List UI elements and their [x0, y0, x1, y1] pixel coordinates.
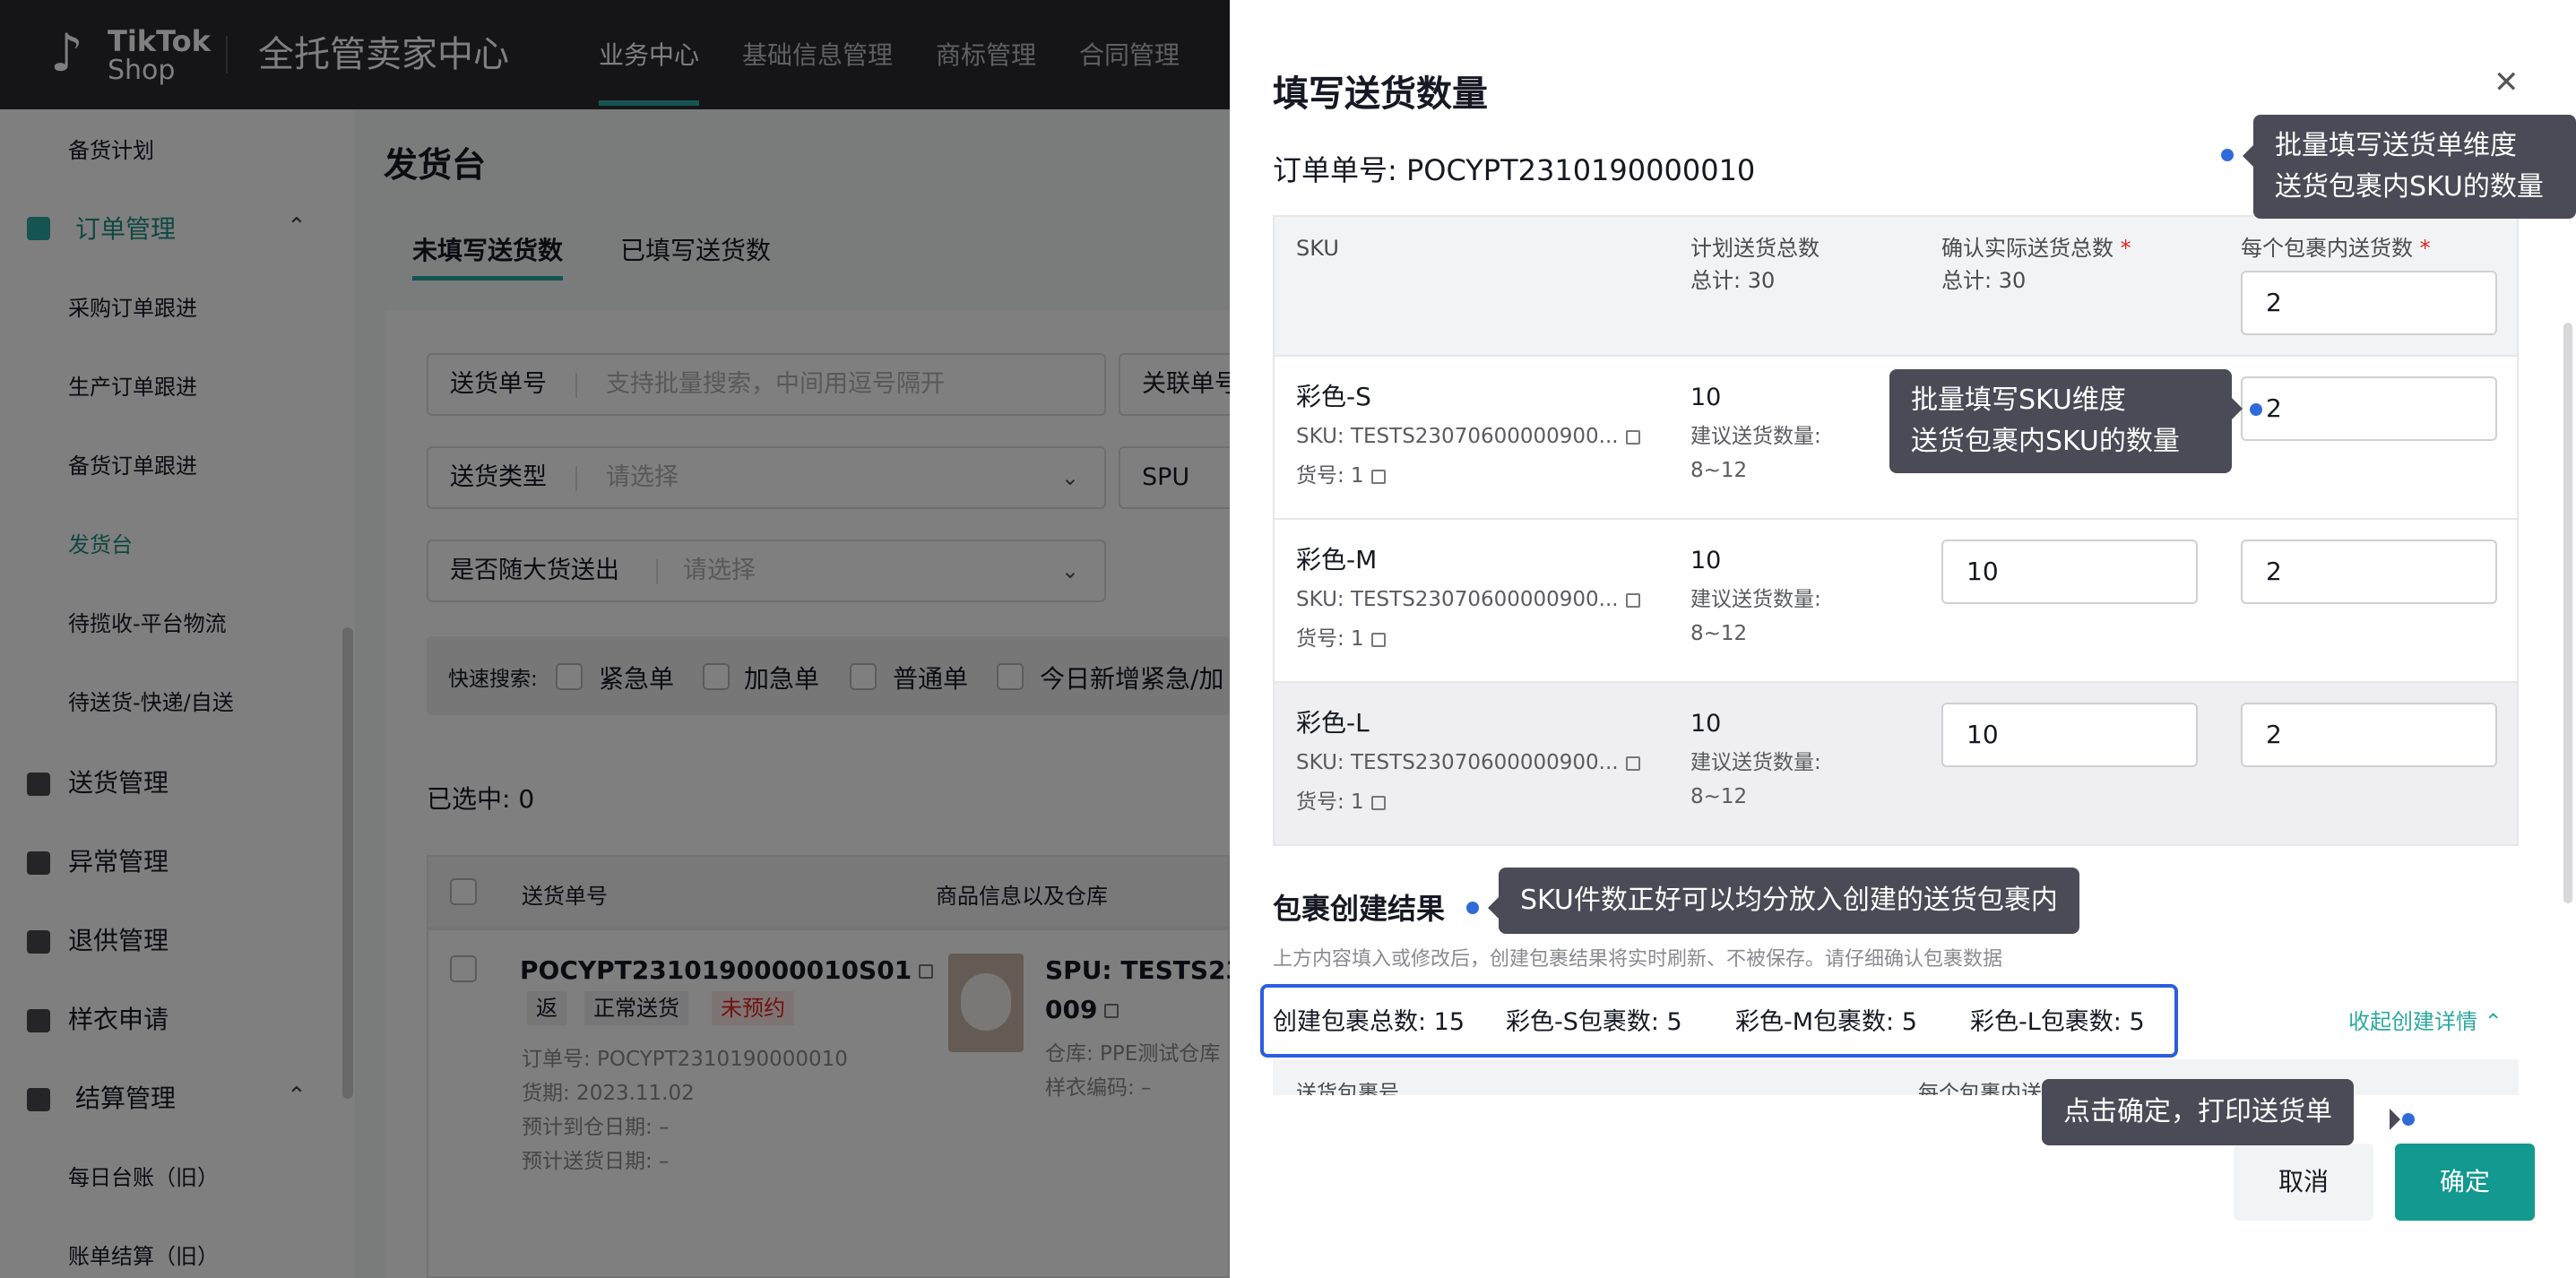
- per-package-input-m[interactable]: 2: [2241, 540, 2497, 604]
- sku-code-l: SKU: TESTS23070600000900...: [1296, 749, 1640, 776]
- per-package-input-l[interactable]: 2: [2241, 703, 2497, 767]
- planned-s: 10: [1690, 384, 1722, 411]
- tooltip-batch-sku: 批量填写SKU维度 送货包裹内SKU的数量: [1889, 369, 2232, 473]
- item-no-text: 货号: 1: [1296, 790, 1364, 814]
- sku-code-s: SKU: TESTS23070600000900...: [1296, 423, 1640, 450]
- tooltip-confirm: 点击确定，打印送货单: [2042, 1079, 2354, 1145]
- sku-name-m: 彩色-M: [1296, 545, 1378, 574]
- section-title-package-result: 包裹创建结果: [1273, 892, 1446, 926]
- chevron-up-icon: ⌃: [2484, 1009, 2503, 1034]
- row-divider: [1275, 681, 2517, 683]
- tooltip-arrow: [2390, 1109, 2400, 1130]
- item-no-l: 货号: 1: [1296, 789, 1386, 816]
- tooltip-line: 批量填写SKU维度: [1911, 384, 2126, 416]
- col-actual: 确认实际送货总数 *: [1941, 235, 2131, 262]
- actual-input-m[interactable]: 10: [1941, 540, 2198, 604]
- planned-m: 10: [1690, 547, 1722, 574]
- sku-code-text: SKU: TESTS23070600000900...: [1296, 425, 1619, 448]
- close-icon[interactable]: ✕: [2494, 65, 2520, 100]
- col-per-package-label: 每个包裹内送货数: [2241, 236, 2413, 261]
- result-m: 彩色-M包裹数: 5: [1735, 1008, 1917, 1036]
- tooltip-anchor-dot: [2402, 1113, 2415, 1126]
- copy-icon[interactable]: [1370, 795, 1386, 810]
- copy-icon[interactable]: [1370, 632, 1386, 647]
- actual-total: 总计: 30: [1941, 268, 2027, 293]
- modal-overlay[interactable]: [0, 0, 1230, 1278]
- result-s: 彩色-S包裹数: 5: [1506, 1008, 1682, 1036]
- required-mark: *: [2120, 236, 2131, 261]
- suggest-l: 8~12: [1690, 785, 1748, 808]
- row-divider: [1275, 518, 2517, 520]
- copy-icon[interactable]: [1625, 756, 1640, 771]
- collapse-label: 收起创建详情: [2348, 1009, 2477, 1034]
- actual-input-l[interactable]: 10: [1941, 703, 2198, 767]
- item-no-m: 货号: 1: [1296, 626, 1386, 652]
- suggest-label-m: 建议送货数量:: [1690, 588, 1821, 611]
- collapse-details-link[interactable]: 收起创建详情 ⌃: [2348, 1004, 2503, 1035]
- sku-code-m: SKU: TESTS23070600000900...: [1296, 586, 1640, 613]
- tooltip-line: 批量填写送货单维度: [2275, 130, 2517, 161]
- row-divider: [1275, 355, 2517, 357]
- tooltip-even-split: SKU件数正好可以均分放入创建的送货包裹内: [1499, 868, 2079, 934]
- tooltip-line: 送货包裹内SKU的数量: [1911, 426, 2180, 457]
- col-package-no: 送货包裹号: [1296, 1082, 1399, 1095]
- per-package-input-s[interactable]: 2: [2241, 376, 2497, 441]
- item-no-text: 货号: 1: [1296, 627, 1364, 651]
- col-per-package: 每个包裹内送货数 *: [2241, 235, 2431, 262]
- batch-per-package-input[interactable]: 2: [2241, 271, 2497, 335]
- required-mark: *: [2419, 236, 2431, 261]
- planned-total: 总计: 30: [1690, 268, 1776, 293]
- col-planned: 计划送货总数: [1690, 236, 1820, 261]
- tooltip-arrow: [1488, 897, 1499, 919]
- col-actual-label: 确认实际送货总数: [1941, 236, 2114, 261]
- cancel-button[interactable]: 取消: [2234, 1144, 2373, 1221]
- tooltip-line: 送货包裹内SKU的数量: [2275, 171, 2544, 203]
- sku-name-l: 彩色-L: [1296, 708, 1370, 738]
- copy-icon[interactable]: [1625, 592, 1640, 608]
- sku-name-s: 彩色-S: [1296, 382, 1371, 411]
- tooltip-batch-order: 批量填写送货单维度 送货包裹内SKU的数量: [2253, 115, 2576, 219]
- confirm-button[interactable]: 确定: [2395, 1144, 2535, 1221]
- col-sku: SKU: [1296, 236, 1339, 261]
- suggest-m: 8~12: [1690, 622, 1748, 645]
- order-number: 订单单号: POCYPT2310190000010: [1273, 153, 1756, 187]
- tooltip-arrow: [2243, 145, 2253, 167]
- suggest-label-s: 建议送货数量:: [1690, 425, 1821, 448]
- copy-icon[interactable]: [1370, 469, 1386, 484]
- copy-icon[interactable]: [1625, 429, 1640, 445]
- result-l: 彩色-L包裹数: 5: [1970, 1008, 2145, 1036]
- drawer-scrollbar[interactable]: [2563, 323, 2572, 903]
- item-no-s: 货号: 1: [1296, 462, 1386, 489]
- suggest-label-l: 建议送货数量:: [1690, 751, 1821, 774]
- result-total: 创建包裹总数: 15: [1273, 1008, 1465, 1036]
- package-result-hint: 上方内容填入或修改后，创建包裹结果将实时刷新、不被保存。请仔细确认包裹数据: [1273, 948, 2003, 971]
- tooltip-arrow: [2232, 398, 2243, 419]
- planned-l: 10: [1690, 710, 1722, 738]
- drawer-title: 填写送货数量: [1273, 73, 1488, 115]
- sku-code-text: SKU: TESTS23070600000900...: [1296, 751, 1619, 774]
- sku-code-text: SKU: TESTS23070600000900...: [1296, 588, 1619, 611]
- tooltip-anchor-dot: [2221, 149, 2234, 161]
- tooltip-anchor-dot: [1466, 902, 1479, 914]
- tooltip-anchor-dot: [2250, 403, 2262, 416]
- item-no-text: 货号: 1: [1296, 464, 1364, 488]
- suggest-s: 8~12: [1690, 459, 1748, 482]
